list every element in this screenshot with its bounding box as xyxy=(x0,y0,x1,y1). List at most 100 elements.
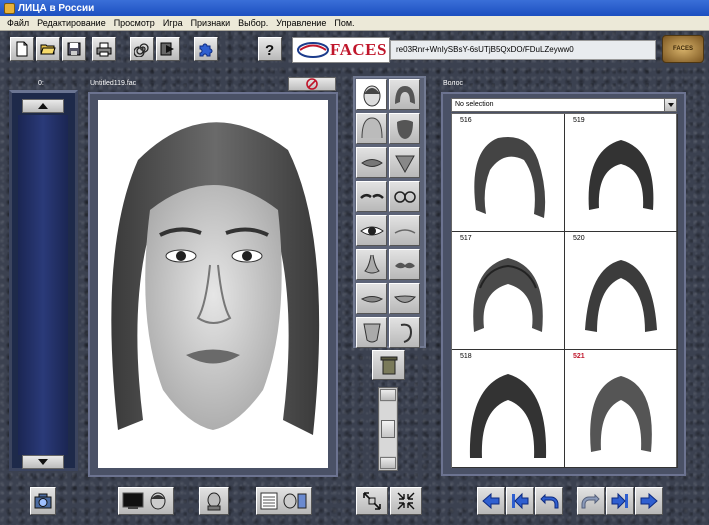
zoom-out-button[interactable] xyxy=(390,487,422,515)
hair-selection-dropdown[interactable]: No selection xyxy=(451,98,677,112)
hair-option[interactable]: 521 xyxy=(565,350,678,468)
save-button[interactable] xyxy=(62,37,86,61)
delete-composite-button[interactable] xyxy=(288,77,336,91)
composite-face xyxy=(111,122,320,468)
puzzle-button[interactable] xyxy=(194,37,218,61)
chevron-down-icon xyxy=(667,103,674,107)
feature-beard-button[interactable] xyxy=(389,113,420,144)
zoom-in-button[interactable] xyxy=(356,487,388,515)
feature-glasses-button[interactable] xyxy=(389,181,420,212)
print-button[interactable] xyxy=(92,37,116,61)
menu-view[interactable]: Просмотр xyxy=(110,18,159,28)
hair-option-number: 516 xyxy=(460,117,472,124)
arrow-up-icon xyxy=(38,103,48,109)
hair-option[interactable]: 520 xyxy=(565,232,678,350)
menu-features[interactable]: Признаки xyxy=(187,18,235,28)
feature-lips-button[interactable] xyxy=(356,147,387,178)
menu-help[interactable]: Пом. xyxy=(330,18,358,28)
previous-button[interactable] xyxy=(477,487,505,515)
hair-option[interactable]: 516 xyxy=(452,114,565,232)
expand-arrows-icon xyxy=(363,492,381,510)
composite-canvas[interactable] xyxy=(98,100,328,468)
camera-button[interactable] xyxy=(30,487,56,515)
first-button[interactable] xyxy=(506,487,534,515)
menu-manage[interactable]: Управление xyxy=(272,18,330,28)
hair-sample xyxy=(469,374,547,458)
hair-options-grid: 516 519 517 520 518 521 xyxy=(451,113,678,468)
feature-nose-button[interactable] xyxy=(356,249,387,280)
redo-button[interactable] xyxy=(577,487,605,515)
feature-jaw-button[interactable] xyxy=(356,317,387,348)
lower-lip-icon xyxy=(393,295,416,303)
feature-size-slider[interactable] xyxy=(378,387,398,471)
morph-button[interactable] xyxy=(130,37,154,61)
trash-button[interactable] xyxy=(372,350,405,380)
hair-sample xyxy=(585,260,657,332)
feature-eye-lines-button[interactable] xyxy=(389,215,420,246)
no-entry-icon xyxy=(306,78,318,90)
ear-icon xyxy=(400,323,412,343)
feature-ears-button[interactable] xyxy=(389,317,420,348)
play-button[interactable] xyxy=(156,37,180,61)
collapse-arrows-icon xyxy=(397,492,415,510)
record-view-button[interactable] xyxy=(256,487,312,515)
feature-head-button[interactable] xyxy=(356,79,387,110)
hair-option[interactable]: 519 xyxy=(565,114,678,232)
hair-option[interactable]: 517 xyxy=(452,232,565,350)
title-bar: ЛИЦА в России xyxy=(0,0,709,16)
menu-edit[interactable]: Редактирование xyxy=(33,18,110,28)
bin-label: 0: xyxy=(38,80,44,87)
product-badge: FACES xyxy=(662,35,704,63)
slider-down-button[interactable] xyxy=(380,457,396,469)
open-button[interactable] xyxy=(36,37,60,61)
eye-icon xyxy=(359,226,384,235)
menu-game[interactable]: Игра xyxy=(159,18,187,28)
menu-file[interactable]: Файл xyxy=(3,18,33,28)
feature-forehead-button[interactable] xyxy=(356,113,387,144)
feature-eyebrows-button[interactable] xyxy=(356,181,387,212)
faces-logo: FACES xyxy=(292,37,390,63)
bin-panel xyxy=(9,90,78,471)
slider-thumb[interactable] xyxy=(381,420,395,438)
face-print-icon xyxy=(207,492,221,511)
feature-mustache-button[interactable] xyxy=(389,249,420,280)
next-button[interactable] xyxy=(635,487,663,515)
hair-option[interactable]: 518 xyxy=(452,350,565,468)
feature-lower-lip-button[interactable] xyxy=(389,283,420,314)
dropdown-value: No selection xyxy=(455,101,494,108)
bin-scroll-down-button[interactable] xyxy=(22,455,64,469)
trash-can-icon xyxy=(380,356,397,375)
slider-up-button[interactable] xyxy=(380,389,396,401)
face-print-button[interactable] xyxy=(199,487,229,515)
arrow-right-icon xyxy=(640,492,658,510)
feature-eyes-button[interactable] xyxy=(356,215,387,246)
hair-option-number-highlight: 521 xyxy=(573,353,585,360)
bin-list[interactable] xyxy=(18,115,68,455)
document-face-icon xyxy=(260,492,307,510)
new-document-icon xyxy=(16,41,28,57)
app-icon xyxy=(4,2,15,14)
help-button[interactable]: ? xyxy=(258,37,282,61)
question-mark-icon: ? xyxy=(265,42,274,57)
arrow-left-icon xyxy=(482,492,500,510)
last-button[interactable] xyxy=(606,487,634,515)
play-icon xyxy=(160,42,174,56)
feature-mouth-button[interactable] xyxy=(356,283,387,314)
menu-bar: Файл Редактирование Просмотр Игра Призна… xyxy=(0,16,709,31)
composite-code-field[interactable]: re03Rnr+WnIySBsY-6sUTjB5QxDO/FDuLZeyww0 xyxy=(390,40,656,60)
feature-hair-button[interactable] xyxy=(389,79,420,110)
view-mode-button[interactable] xyxy=(118,487,174,515)
arrow-last-icon xyxy=(611,492,628,510)
new-button[interactable] xyxy=(10,37,34,61)
mustache-icon xyxy=(394,262,415,268)
feature-chin-button[interactable] xyxy=(389,147,420,178)
faces-logo-text: FACES xyxy=(330,40,387,59)
menu-selection[interactable]: Выбор. xyxy=(234,18,272,28)
eye-lines-icon xyxy=(394,228,415,234)
bin-scroll-up-button[interactable] xyxy=(22,99,64,113)
dropdown-arrow[interactable] xyxy=(664,99,676,111)
undo-button[interactable] xyxy=(535,487,563,515)
puzzle-piece-icon xyxy=(199,43,213,57)
hair-sample xyxy=(590,376,652,452)
forehead-icon xyxy=(361,116,382,138)
